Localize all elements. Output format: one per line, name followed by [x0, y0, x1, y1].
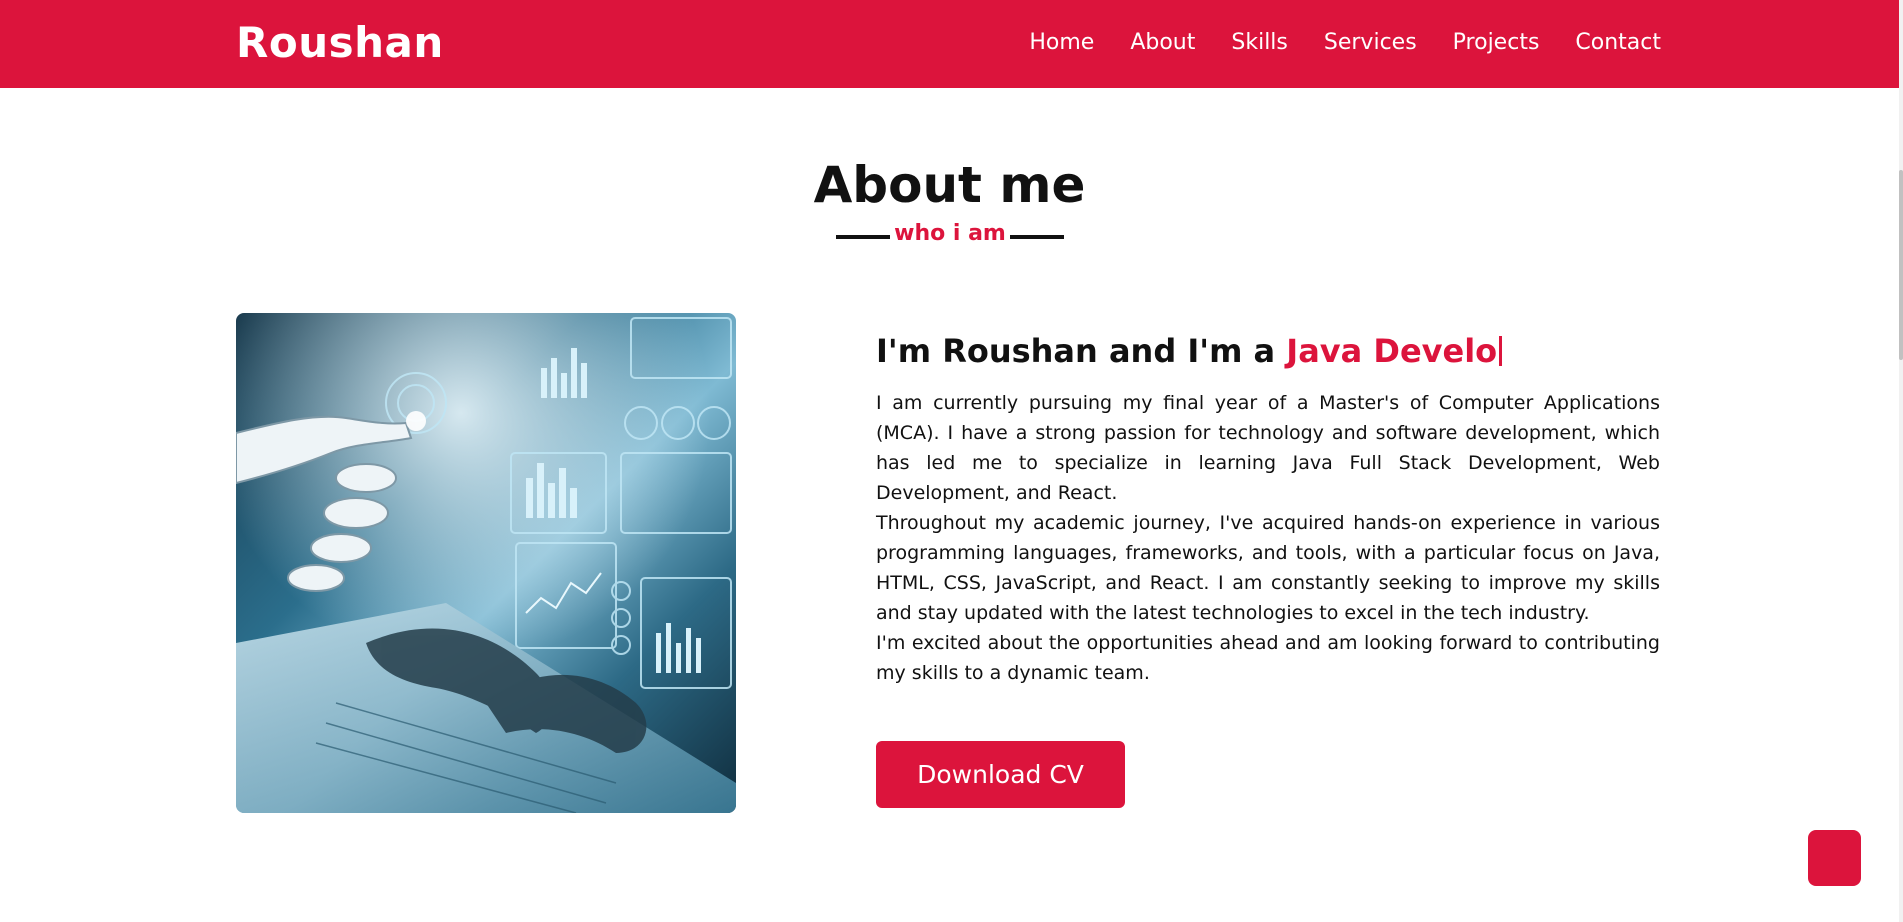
- nav-menu: Home About Skills Services Projects Cont…: [1029, 30, 1661, 55]
- about-paragraph-3: I'm excited about the opportunities ahea…: [876, 632, 1660, 684]
- about-image: [236, 313, 736, 813]
- nav-item-contact: Contact: [1575, 30, 1661, 55]
- about-paragraph-2: Throughout my academic journey, I've acq…: [876, 512, 1660, 624]
- navbar: Roushan Home About Skills Services Proje…: [0, 0, 1899, 88]
- subtitle-divider-right: [1010, 235, 1064, 239]
- nav-item-home: Home: [1029, 30, 1094, 55]
- nav-link-contact[interactable]: Contact: [1575, 30, 1661, 55]
- scrollbar-track[interactable]: [1899, 0, 1903, 922]
- section-subtitle: who i am: [836, 221, 1064, 251]
- typed-role-text: Java Develo: [1286, 332, 1498, 370]
- nav-item-projects: Projects: [1453, 30, 1540, 55]
- robot-hand-laptop-illustration: [236, 313, 736, 813]
- typing-cursor: [1499, 336, 1503, 366]
- nav-item-about: About: [1130, 30, 1195, 55]
- section-title: About me: [813, 156, 1086, 214]
- nav-link-about[interactable]: About: [1130, 30, 1195, 55]
- about-paragraph-1: I am currently pursuing my final year of…: [876, 392, 1660, 504]
- about-heading-prefix: I'm Roushan and I'm a: [876, 332, 1287, 370]
- nav-link-projects[interactable]: Projects: [1453, 30, 1540, 55]
- scroll-to-top-button[interactable]: [1808, 830, 1861, 886]
- logo[interactable]: Roushan: [236, 18, 444, 67]
- about-heading: I'm Roushan and I'm a Java Develo: [876, 332, 1503, 370]
- nav-link-skills[interactable]: Skills: [1231, 30, 1288, 55]
- download-cv-button[interactable]: Download CV: [876, 741, 1125, 808]
- subtitle-text: who i am: [894, 221, 1006, 246]
- nav-link-home[interactable]: Home: [1029, 30, 1094, 55]
- nav-item-services: Services: [1324, 30, 1417, 55]
- nav-item-skills: Skills: [1231, 30, 1288, 55]
- nav-link-services[interactable]: Services: [1324, 30, 1417, 55]
- about-description: I am currently pursuing my final year of…: [876, 388, 1660, 688]
- scrollbar-thumb[interactable]: [1899, 170, 1903, 360]
